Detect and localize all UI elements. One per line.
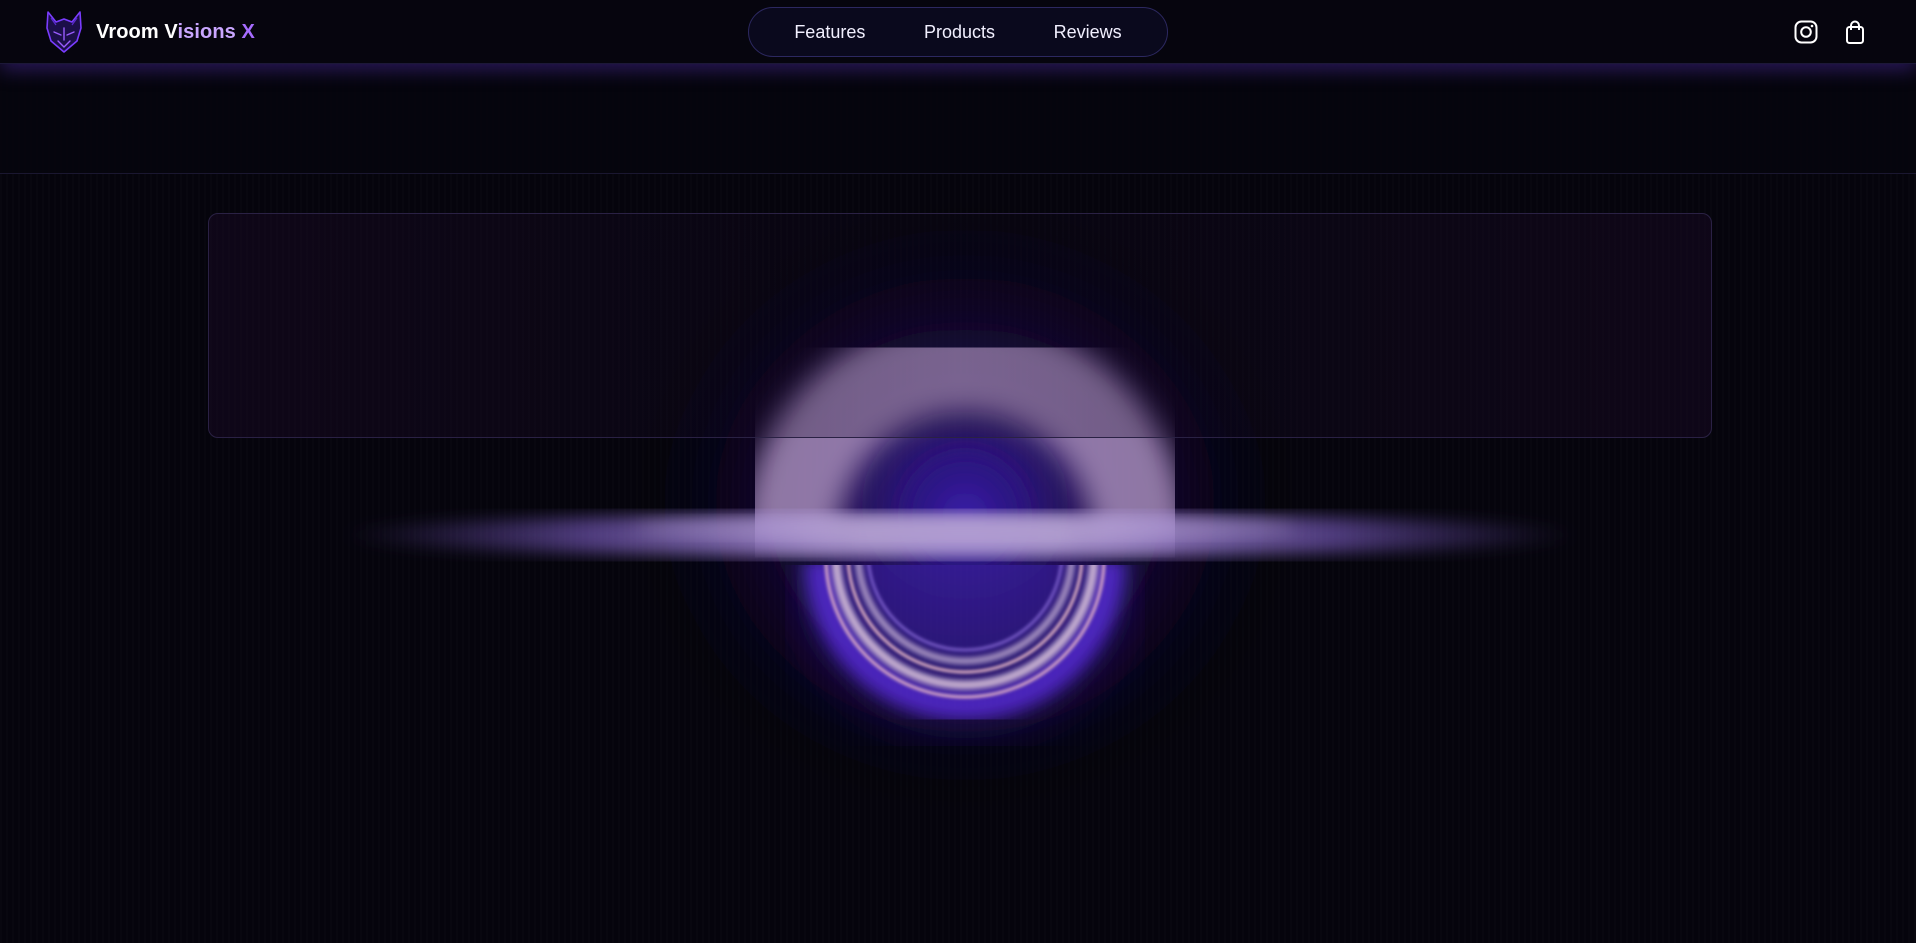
wolf-head-icon xyxy=(46,11,82,53)
main-nav: Features Products Reviews xyxy=(748,7,1168,57)
shopping-bag-icon[interactable] xyxy=(1841,18,1869,46)
brand-name-part1: Vroom V xyxy=(96,20,178,43)
top-navbar: Vroom Visions X Features Products Review… xyxy=(0,0,1916,64)
brand-name-part2: isions xyxy=(177,20,236,43)
instagram-icon[interactable] xyxy=(1792,18,1820,46)
nav-link-products[interactable]: Products xyxy=(924,22,995,43)
page: Vroom Visions X Features Products Review… xyxy=(0,0,1916,943)
nav-link-features[interactable]: Features xyxy=(794,22,865,43)
brand-name-part3: X xyxy=(235,20,255,43)
brand[interactable]: Vroom Visions X xyxy=(44,8,255,56)
brand-name: Vroom Visions X xyxy=(96,21,255,44)
nav-link-reviews[interactable]: Reviews xyxy=(1054,22,1122,43)
sub-header-band xyxy=(0,64,1916,174)
glass-panel xyxy=(208,213,1712,438)
